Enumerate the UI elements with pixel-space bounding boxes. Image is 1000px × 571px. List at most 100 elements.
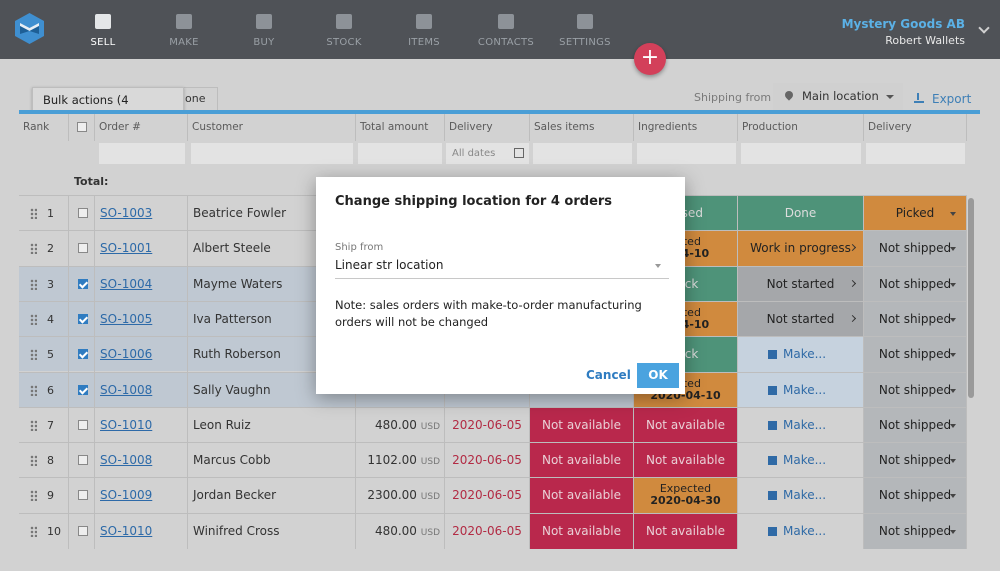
cancel-button[interactable]: Cancel [586, 368, 631, 382]
ship-from-select[interactable]: Linear str location [335, 258, 669, 279]
production-cell[interactable]: Not started [738, 266, 864, 302]
table-row[interactable]: 7 SO-1010 Leon Ruiz 480.00 USD 2020-06-05 Not… [19, 406, 967, 443]
drag-handle-icon[interactable] [30, 313, 37, 325]
drag-handle-icon[interactable] [30, 455, 37, 467]
column-header[interactable]: Production [738, 114, 864, 141]
chevron-down-icon[interactable] [978, 22, 990, 34]
filter-amount[interactable] [358, 143, 442, 164]
filter-order[interactable] [99, 143, 185, 164]
production-cell[interactable]: Done [738, 196, 864, 231]
make-link[interactable]: Make... [783, 383, 826, 397]
drag-handle-icon[interactable] [30, 278, 37, 290]
order-link[interactable]: SO-1005 [100, 312, 152, 326]
calendar-icon[interactable] [514, 148, 524, 158]
delivery-cell[interactable]: Not shipped [864, 443, 967, 479]
order-link[interactable]: SO-1003 [100, 206, 152, 220]
row-checkbox[interactable] [78, 243, 88, 254]
filter-customer[interactable] [191, 143, 353, 164]
delivery-cell[interactable]: Not shipped [864, 513, 967, 549]
production-cell[interactable]: Work in progress [738, 231, 864, 267]
order-link[interactable]: SO-1008 [100, 453, 152, 467]
delivery-cell[interactable]: Not shipped [864, 478, 967, 514]
sales-items-cell[interactable]: Not available [530, 513, 634, 549]
sales-items-cell[interactable]: Not available [530, 478, 634, 514]
ingredients-cell[interactable]: Not available [634, 407, 738, 443]
make-link[interactable]: Make... [783, 488, 826, 502]
row-checkbox[interactable] [78, 349, 88, 360]
order-link[interactable]: SO-1004 [100, 277, 152, 291]
order-link[interactable]: SO-1008 [100, 383, 152, 397]
company-menu[interactable]: Mystery Goods AB Robert Wallets [842, 17, 965, 47]
drag-handle-icon[interactable] [30, 349, 37, 361]
location-select[interactable]: Main location [773, 83, 903, 110]
production-cell[interactable]: Make... [738, 513, 864, 549]
order-link[interactable]: SO-1009 [100, 488, 152, 502]
table-row[interactable]: 10 SO-1010 Winifred Cross 480.00 USD 2020-06… [19, 512, 967, 549]
production-cell[interactable]: Not started [738, 301, 864, 337]
column-header[interactable]: Ingredients [634, 114, 738, 141]
scrollbar[interactable] [968, 198, 974, 398]
nav-item-settings[interactable]: SETTINGS [545, 14, 625, 48]
row-checkbox[interactable] [78, 384, 88, 395]
filter-deadline[interactable]: All dates [446, 143, 529, 164]
column-header[interactable]: Customer [188, 114, 356, 141]
bulk-actions-tail[interactable]: one [184, 87, 218, 111]
row-checkbox[interactable] [78, 208, 88, 218]
row-checkbox[interactable] [78, 455, 88, 466]
production-cell[interactable]: Make... [738, 443, 864, 479]
delivery-cell[interactable]: Not shipped [864, 407, 967, 443]
make-link[interactable]: Make... [783, 418, 826, 432]
app-logo-icon[interactable] [13, 12, 46, 45]
delivery-cell[interactable]: Not shipped [864, 337, 967, 373]
delivery-cell[interactable]: Not shipped [864, 301, 967, 337]
nav-item-sell[interactable]: SELL [63, 14, 143, 48]
filter-ingredients[interactable] [637, 143, 736, 164]
column-header[interactable]: Order # [95, 114, 188, 141]
export-button[interactable]: Export [914, 92, 971, 106]
ingredients-cell[interactable]: Not available [634, 513, 738, 549]
order-link[interactable]: SO-1010 [100, 524, 152, 538]
nav-item-buy[interactable]: BUY [224, 14, 304, 48]
make-link[interactable]: Make... [783, 347, 826, 361]
ingredients-cell[interactable]: Not available [634, 443, 738, 479]
table-row[interactable]: 9 SO-1009 Jordan Becker 2300.00 USD 2020-06-… [19, 477, 967, 514]
column-header[interactable]: Total amount [356, 114, 445, 141]
ingredients-cell[interactable]: Expected 2020-04-30 [634, 478, 738, 514]
sales-items-cell[interactable]: Not available [530, 407, 634, 443]
row-checkbox[interactable] [78, 525, 88, 536]
nav-item-items[interactable]: ITEMS [384, 14, 464, 48]
delivery-cell[interactable]: Not shipped [864, 266, 967, 302]
delivery-cell[interactable]: Not shipped [864, 231, 967, 267]
production-cell[interactable]: Make... [738, 407, 864, 443]
drag-handle-icon[interactable] [30, 384, 37, 396]
nav-item-stock[interactable]: STOCK [304, 14, 384, 48]
select-all-header[interactable] [69, 114, 95, 141]
make-link[interactable]: Make... [783, 453, 826, 467]
production-cell[interactable]: Make... [738, 478, 864, 514]
drag-handle-icon[interactable] [30, 490, 37, 502]
order-link[interactable]: SO-1010 [100, 418, 152, 432]
drag-handle-icon[interactable] [30, 525, 37, 537]
production-cell[interactable]: Make... [738, 372, 864, 408]
ok-button[interactable]: OK [637, 363, 679, 388]
nav-item-contacts[interactable]: CONTACTS [466, 14, 546, 48]
row-checkbox[interactable] [78, 490, 88, 501]
filter-production[interactable] [741, 143, 861, 164]
column-header[interactable]: Rank [19, 114, 69, 141]
column-header[interactable]: Delivery [864, 114, 967, 141]
add-button[interactable]: + [634, 43, 666, 75]
order-link[interactable]: SO-1006 [100, 347, 152, 361]
column-header[interactable]: Delivery deadlin [445, 114, 530, 160]
production-cell[interactable]: Make... [738, 337, 864, 373]
drag-handle-icon[interactable] [30, 243, 37, 255]
make-link[interactable]: Make... [783, 524, 826, 538]
row-checkbox[interactable] [78, 278, 88, 289]
row-checkbox[interactable] [78, 419, 88, 430]
delivery-cell[interactable]: Picked [864, 196, 967, 231]
drag-handle-icon[interactable] [30, 208, 37, 219]
table-row[interactable]: 8 SO-1008 Marcus Cobb 1102.00 USD 2020-06-05… [19, 442, 967, 479]
filter-delivery[interactable] [866, 143, 965, 164]
sales-items-cell[interactable]: Not available [530, 443, 634, 479]
nav-item-make[interactable]: MAKE [144, 14, 224, 48]
order-link[interactable]: SO-1001 [100, 241, 152, 255]
